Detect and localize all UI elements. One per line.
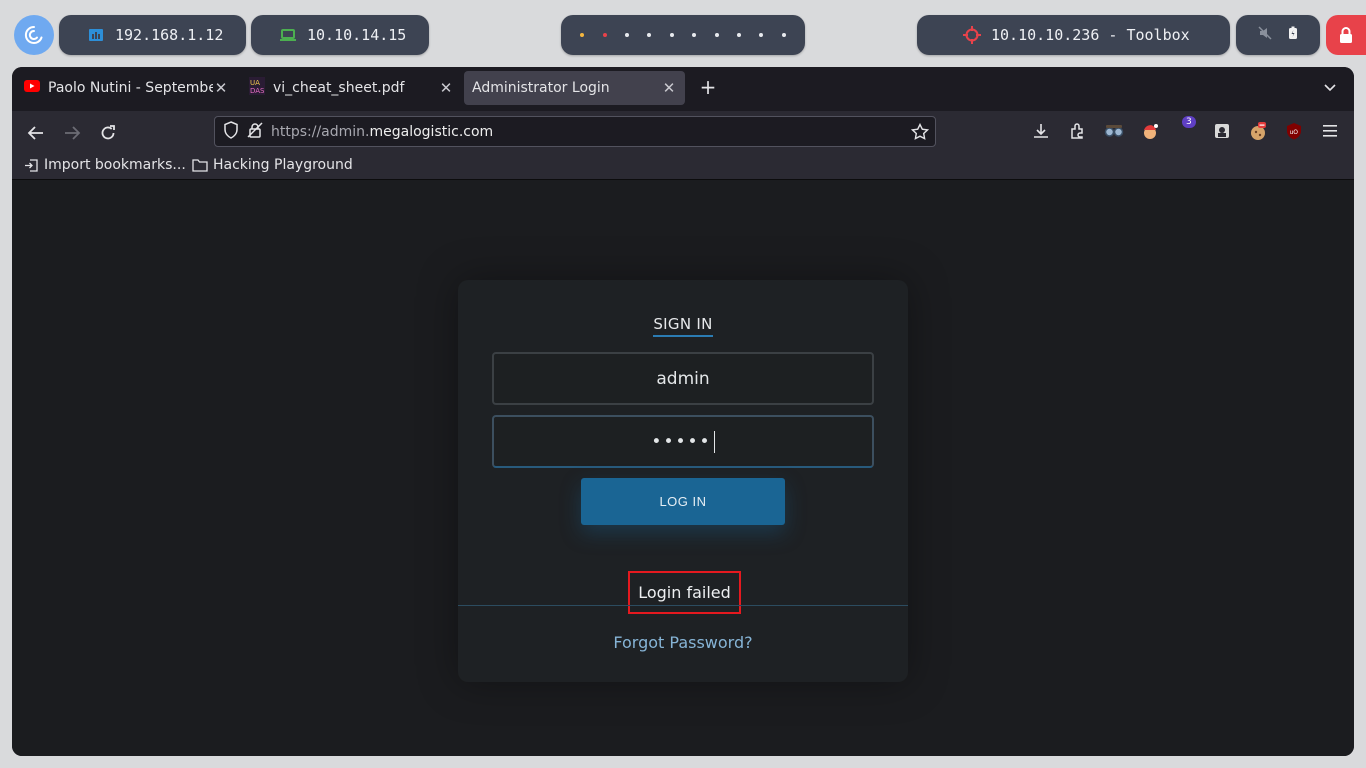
password-value: ••••• [651, 431, 712, 452]
workspace-switcher [561, 15, 805, 55]
reload-icon[interactable] [94, 119, 122, 147]
import-icon [25, 158, 38, 172]
tab-close-icon[interactable]: ✕ [661, 79, 677, 97]
login-button[interactable]: LOG IN [581, 478, 785, 525]
url-prefix: https://admin. [271, 123, 370, 140]
workspace-dot-3[interactable] [624, 33, 629, 37]
login-failed-message: Login failed [628, 571, 741, 614]
local-ip-widget: 192.168.1.12 [59, 15, 246, 55]
tab-strip: Paolo Nutini - September ✕ UA DAS vi_chea… [12, 67, 1354, 111]
bookmark-label: Import bookmarks... [44, 157, 186, 173]
star-icon[interactable] [910, 122, 930, 145]
workspace-dot-4[interactable] [647, 33, 652, 37]
login-card: SIGN IN admin ••••• LOG IN Login failed … [458, 280, 908, 682]
network-icon [85, 27, 107, 43]
back-icon[interactable] [22, 119, 50, 147]
pdf-icon: UA DAS [249, 77, 265, 99]
svg-text:DAS: DAS [250, 87, 265, 95]
url-bar[interactable]: https://admin.megalogistic.com [214, 116, 936, 147]
username-field[interactable]: admin [492, 352, 874, 405]
system-bar: 192.168.1.12 10.10.14.15 10.10.10.236 - … [0, 0, 1366, 68]
browser-window: Paolo Nutini - September ✕ UA DAS vi_chea… [12, 67, 1354, 756]
password-field[interactable]: ••••• [492, 415, 874, 468]
target-text: 10.10.10.236 - Toolbox [991, 26, 1190, 44]
forgot-password-link[interactable]: Forgot Password? [458, 633, 908, 652]
bookmarks-toolbar: Import bookmarks... Hacking Playground [12, 153, 1354, 180]
shield-icon[interactable] [223, 120, 239, 143]
crosshair-icon [961, 26, 983, 44]
extension-badge: 3 [1182, 116, 1196, 128]
login-failed-text: Login failed [638, 583, 731, 602]
username-value: admin [656, 368, 710, 389]
chevron-down-icon[interactable] [1322, 79, 1342, 99]
tab-pdf[interactable]: UA DAS vi_cheat_sheet.pdf ✕ [241, 71, 462, 105]
workspace-dot-9[interactable] [759, 33, 764, 37]
tab-admin-login[interactable]: Administrator Login ✕ [464, 71, 685, 105]
svg-text:uO: uO [1290, 129, 1299, 136]
text-caret [713, 430, 715, 453]
bookmark-import[interactable]: Import bookmarks... [24, 157, 186, 173]
workspace-dot-7[interactable] [714, 33, 719, 37]
youtube-icon [24, 80, 40, 96]
target-widget: 10.10.10.236 - Toolbox [917, 15, 1230, 55]
cookie-icon[interactable] [1248, 121, 1268, 141]
debian-logo-icon[interactable] [14, 15, 54, 55]
insecure-lock-icon[interactable] [247, 121, 263, 142]
user-agent-icon[interactable] [1212, 121, 1232, 141]
spy-glasses-icon[interactable] [1104, 121, 1124, 141]
bookmark-hacking-playground[interactable]: Hacking Playground [192, 157, 353, 173]
url-text[interactable]: https://admin.megalogistic.com [271, 124, 493, 140]
ublock-icon[interactable]: uO [1284, 121, 1304, 141]
folder-icon [192, 159, 208, 172]
tab-close-icon[interactable]: ✕ [213, 79, 229, 97]
workspace-dot-1[interactable] [580, 33, 585, 37]
tab-close-icon[interactable]: ✕ [438, 79, 454, 97]
tab-title: Paolo Nutini - September [48, 80, 213, 96]
local-ip-text: 192.168.1.12 [115, 26, 224, 44]
battery-icon[interactable] [1288, 26, 1298, 44]
forward-icon[interactable] [58, 119, 86, 147]
url-host: megalogistic.com [369, 123, 494, 140]
lock-icon[interactable] [1326, 15, 1366, 55]
hamburger-menu-icon[interactable] [1320, 121, 1340, 141]
tab-title: Administrator Login [472, 80, 610, 96]
page-content: SIGN IN admin ••••• LOG IN Login failed … [12, 180, 1354, 756]
sign-in-heading: SIGN IN [458, 315, 908, 337]
workspace-dot-2[interactable] [602, 33, 607, 37]
navigation-toolbar: https://admin.megalogistic.com 3 uO [12, 111, 1354, 153]
extensions-icon[interactable] [1068, 121, 1088, 141]
workspace-dot-5[interactable] [669, 33, 674, 37]
bookmark-label: Hacking Playground [213, 157, 353, 173]
new-tab-icon[interactable]: + [696, 76, 720, 100]
vpn-ip-widget: 10.10.14.15 [251, 15, 429, 55]
tab-youtube[interactable]: Paolo Nutini - September ✕ [16, 71, 237, 105]
laptop-icon [277, 27, 299, 43]
vpn-ip-text: 10.10.14.15 [307, 26, 407, 44]
workspace-dot-10[interactable] [781, 33, 786, 37]
badge-extension-icon[interactable]: 3 [1180, 116, 1200, 141]
download-icon[interactable] [1031, 121, 1051, 141]
workspace-dot-6[interactable] [692, 33, 697, 37]
workspace-dot-8[interactable] [736, 33, 741, 37]
santa-face-icon[interactable] [1140, 121, 1160, 141]
svg-text:UA: UA [250, 79, 260, 87]
tray-widget [1236, 15, 1320, 55]
tab-title: vi_cheat_sheet.pdf [273, 80, 405, 96]
mute-icon[interactable] [1258, 26, 1272, 44]
card-divider [458, 605, 908, 606]
